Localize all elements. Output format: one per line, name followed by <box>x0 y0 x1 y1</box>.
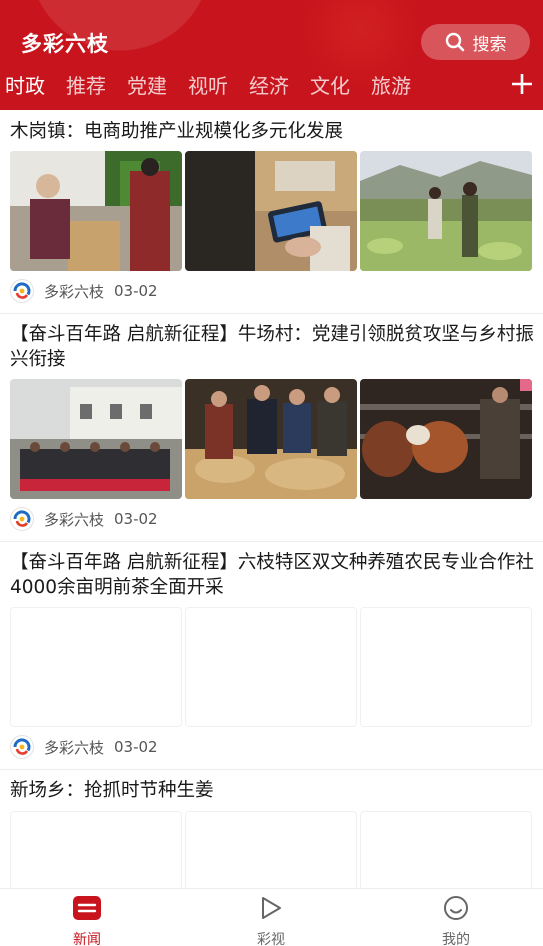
source-logo-icon <box>10 507 34 531</box>
nav-mine[interactable]: 我的 <box>416 895 496 946</box>
news-image[interactable] <box>360 151 532 271</box>
nav-news-label: 新闻 <box>73 932 101 946</box>
nav-caishi[interactable]: 彩视 <box>231 895 311 946</box>
news-meta: 多彩六枝 03-02 <box>10 278 158 304</box>
news-image-placeholder[interactable] <box>360 607 532 727</box>
news-thumbnails <box>10 151 533 271</box>
app-header: 多彩六枝 搜索 时政 推荐 党建 视听 经济 文化 旅游 <box>0 0 543 110</box>
news-image[interactable] <box>185 151 357 271</box>
source-logo-icon <box>10 279 34 303</box>
news-date: 03-02 <box>114 510 158 528</box>
plus-icon[interactable] <box>508 70 536 98</box>
news-meta: 多彩六枝 03-02 <box>10 506 158 532</box>
news-source: 多彩六枝 <box>44 738 105 757</box>
news-image[interactable] <box>10 151 182 271</box>
news-title[interactable]: 【奋斗百年路 启航新征程】牛场村：党建引领脱贫攻坚与乡村振兴衔接 <box>10 322 535 372</box>
bottom-navigation: 新闻 彩视 我的 <box>0 888 543 946</box>
nav-caishi-label: 彩视 <box>257 932 285 946</box>
tab-dangjian[interactable]: 党建 <box>127 70 167 102</box>
news-image-placeholder[interactable] <box>10 811 182 888</box>
channel-tabs: 时政 推荐 党建 视听 经济 文化 旅游 <box>0 68 426 104</box>
smile-icon <box>442 895 470 925</box>
news-image-placeholder[interactable] <box>185 811 357 888</box>
news-date: 03-02 <box>114 738 158 756</box>
news-thumbnails <box>10 811 533 888</box>
news-image[interactable] <box>185 379 357 499</box>
tab-tuijian[interactable]: 推荐 <box>66 70 106 102</box>
news-icon <box>72 895 102 925</box>
search-label: 搜索 <box>472 34 507 55</box>
news-title[interactable]: 新场乡：抢抓时节种生姜 <box>10 778 535 803</box>
news-image-placeholder[interactable] <box>10 607 182 727</box>
news-thumbnails <box>10 379 533 499</box>
news-image[interactable] <box>360 379 532 499</box>
news-item[interactable]: 【奋斗百年路 启航新征程】六枝特区双文种养殖农民专业合作社4000余亩明前茶全面… <box>0 542 543 770</box>
tab-jingji[interactable]: 经济 <box>249 70 289 102</box>
nav-mine-label: 我的 <box>442 932 470 946</box>
news-date: 03-02 <box>114 282 158 300</box>
news-thumbnails <box>10 607 533 727</box>
search-icon <box>445 32 465 52</box>
tab-lvyou[interactable]: 旅游 <box>371 70 411 102</box>
play-icon <box>257 895 285 925</box>
news-title[interactable]: 【奋斗百年路 启航新征程】六枝特区双文种养殖农民专业合作社4000余亩明前茶全面… <box>10 550 535 600</box>
tab-shiting[interactable]: 视听 <box>188 70 228 102</box>
news-item[interactable]: 【奋斗百年路 启航新征程】牛场村：党建引领脱贫攻坚与乡村振兴衔接 多彩六枝 03… <box>0 314 543 542</box>
app-title: 多彩六枝 <box>21 32 109 56</box>
news-title[interactable]: 木岗镇：电商助推产业规模化多元化发展 <box>10 119 535 144</box>
news-item[interactable]: 新场乡：抢抓时节种生姜 <box>0 770 543 888</box>
tab-wenhua[interactable]: 文化 <box>310 70 350 102</box>
news-image-placeholder[interactable] <box>185 607 357 727</box>
news-source: 多彩六枝 <box>44 510 105 529</box>
news-image-placeholder[interactable] <box>360 811 532 888</box>
search-button[interactable]: 搜索 <box>421 24 530 60</box>
news-meta: 多彩六枝 03-02 <box>10 734 158 760</box>
tab-shizheng[interactable]: 时政 <box>5 70 45 102</box>
news-image[interactable] <box>10 379 182 499</box>
nav-news[interactable]: 新闻 <box>47 895 127 946</box>
news-item[interactable]: 木岗镇：电商助推产业规模化多元化发展 多彩六枝 03-02 <box>0 110 543 314</box>
news-source: 多彩六枝 <box>44 282 105 301</box>
source-logo-icon <box>10 735 34 759</box>
